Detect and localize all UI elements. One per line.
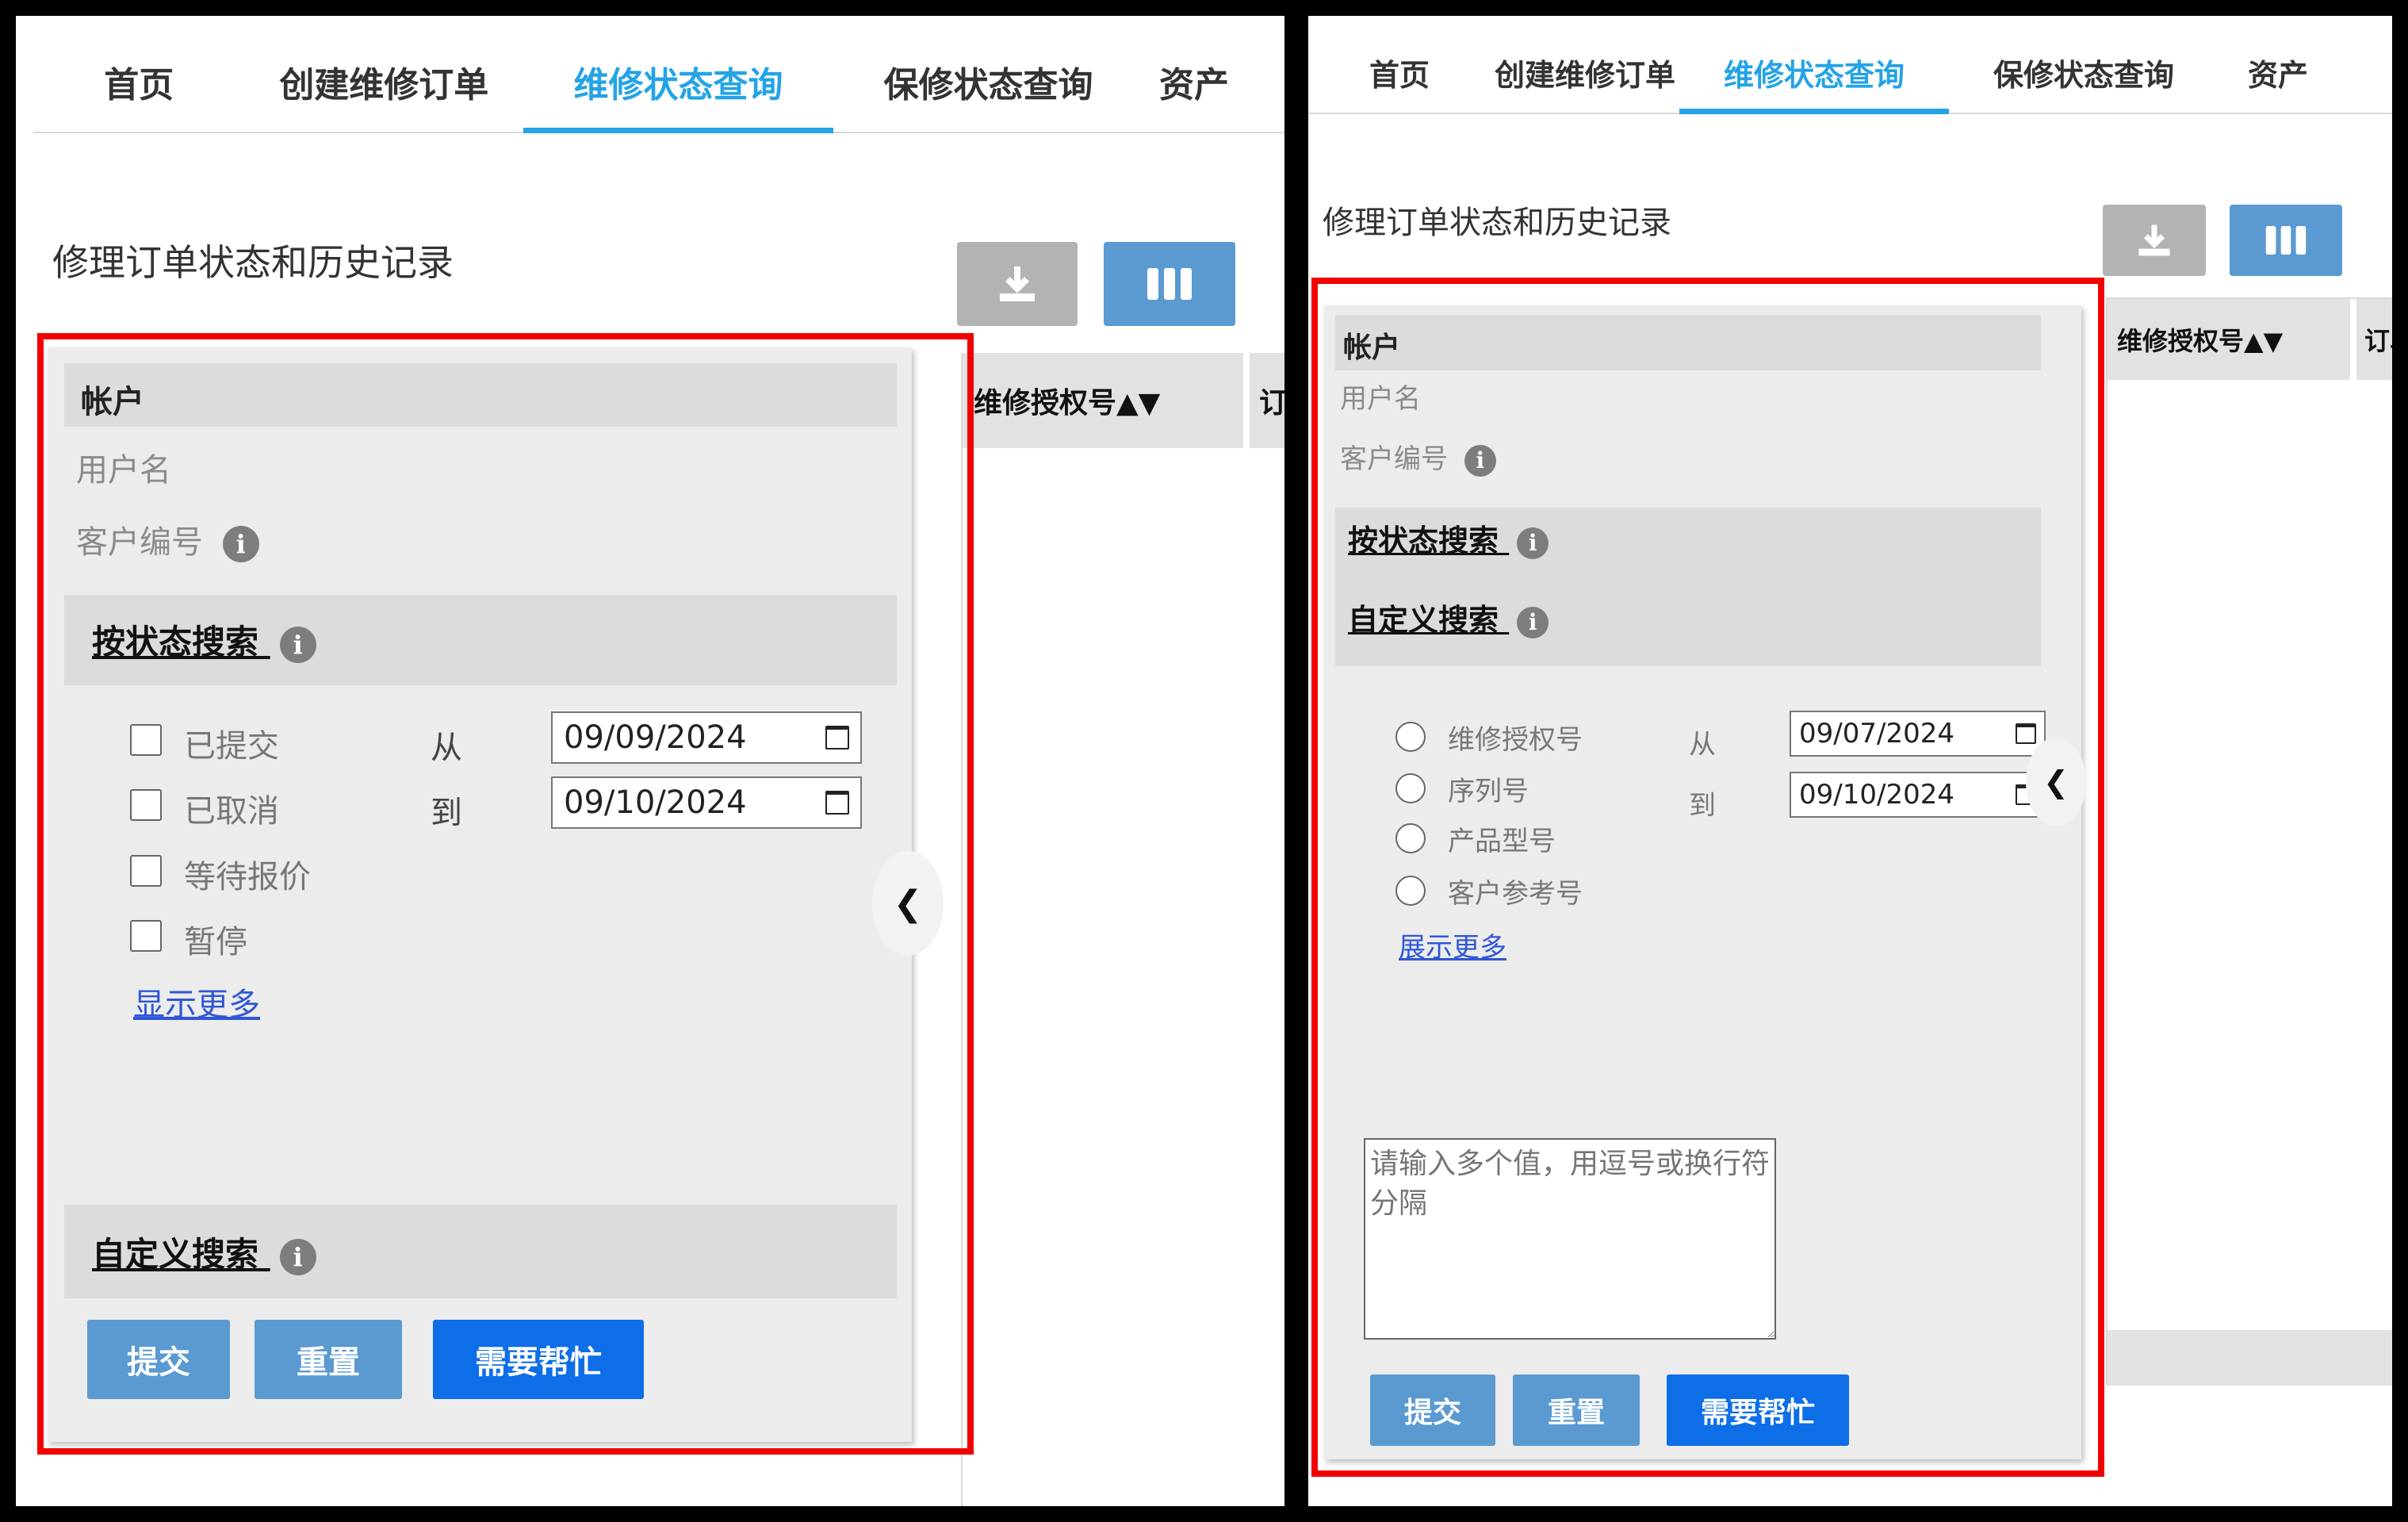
tab-assets[interactable]: 资产 <box>2218 32 2337 113</box>
search-by-status-link[interactable]: 按状态搜索 i <box>92 615 316 664</box>
customer-id-text: 客户编号 <box>76 524 203 561</box>
filter-panel: 帐户 用户名 客户编号 i 按状态搜索 i 自定义搜索 i 维修授权号 序列号 … <box>1324 305 2081 1459</box>
results-table: 维修授权号▲▼ 订单 <box>961 353 1284 1506</box>
right-screenshot-panel: 首页 创建维修订单 维修状态查询 保修状态查询 资产 修理订单状态和历史记录 维… <box>1308 16 2392 1506</box>
status-checkbox-on-hold[interactable] <box>130 920 162 952</box>
columns-button[interactable] <box>2230 205 2342 276</box>
filter-panel: 帐户 用户名 客户编号 i 按状态搜索 i 已提交 已取消 等待报价 暂停 从 … <box>48 347 912 1442</box>
tab-warranty-status[interactable]: 保修状态查询 <box>833 32 1143 132</box>
page-title: 修理订单状态和历史记录 <box>52 241 454 284</box>
account-header <box>64 363 897 427</box>
submit-button[interactable]: 提交 <box>87 1320 230 1399</box>
custom-search-text: 自定义搜索 <box>1348 603 1499 638</box>
calendar-icon[interactable] <box>825 726 849 749</box>
tab-create-repair-order[interactable]: 创建维修订单 <box>245 32 523 132</box>
account-header <box>1335 315 2041 370</box>
table-footer <box>2107 1330 2392 1386</box>
username-label: 用户名 <box>1340 383 1421 415</box>
top-nav: 首页 创建维修订单 维修状态查询 保修状态查询 资产 <box>33 32 1284 133</box>
customer-id-label: 客户编号 i <box>1340 437 1496 477</box>
account-title: 帐户 <box>81 384 144 420</box>
tab-create-repair-order[interactable]: 创建维修订单 <box>1491 32 1679 113</box>
date-from-value: 09/07/2024 <box>1799 718 1954 749</box>
search-by-status-text: 按状态搜索 <box>92 623 259 661</box>
info-icon[interactable]: i <box>1517 527 1549 559</box>
status-checkbox-submitted[interactable] <box>130 724 162 756</box>
status-checkbox-cancelled[interactable] <box>130 789 162 821</box>
date-from-input[interactable]: 09/07/2024 <box>1790 711 2046 757</box>
custom-search-link[interactable]: 自定义搜索 i <box>92 1228 316 1276</box>
top-nav: 首页 创建维修订单 维修状态查询 保修状态查询 资产 <box>1308 32 2392 114</box>
status-checkbox-awaiting-quote[interactable] <box>130 855 162 887</box>
search-by-status-text: 按状态搜索 <box>1348 523 1499 558</box>
info-icon[interactable]: i <box>279 626 316 663</box>
status-label-awaiting-quote: 等待报价 <box>184 859 311 895</box>
date-to-label: 到 <box>431 795 462 831</box>
info-icon[interactable]: i <box>1464 444 1496 477</box>
calendar-icon[interactable] <box>825 791 849 815</box>
status-label-on-hold: 暂停 <box>184 924 247 960</box>
tab-home[interactable]: 首页 <box>33 32 245 132</box>
search-type-label-serial: 序列号 <box>1448 776 1529 807</box>
columns-button[interactable] <box>1104 242 1235 326</box>
search-by-status-link[interactable]: 按状态搜索 i <box>1348 516 1549 560</box>
collapse-panel-button[interactable]: ❮ <box>2026 738 2086 826</box>
show-more-link[interactable]: 展示更多 <box>1399 926 1506 964</box>
search-type-label-customer-ref: 客户参考号 <box>1448 878 1583 910</box>
tab-repair-status[interactable]: 维修状态查询 <box>1679 32 1949 114</box>
custom-search-text: 自定义搜索 <box>92 1235 259 1274</box>
reset-button[interactable]: 重置 <box>1513 1374 1640 1446</box>
date-from-input[interactable]: 09/09/2024 <box>551 711 862 764</box>
status-label-submitted: 已提交 <box>184 728 279 765</box>
left-screenshot-panel: 首页 创建维修订单 维修状态查询 保修状态查询 资产 修理订单状态和历史记录 维… <box>16 16 1284 1506</box>
date-from-label: 从 <box>1689 729 1716 761</box>
search-type-radio-model[interactable] <box>1395 823 1426 853</box>
date-from-label: 从 <box>431 730 462 766</box>
column-header-rma[interactable]: 维修授权号▲▼ <box>2107 299 2350 380</box>
help-button[interactable]: 需要帮忙 <box>1667 1374 1849 1446</box>
columns-icon <box>1147 268 1192 300</box>
show-more-link[interactable]: 显示更多 <box>133 979 260 1025</box>
custom-search-link[interactable]: 自定义搜索 i <box>1348 596 1549 639</box>
results-table: 维修授权号▲▼ 订单 <box>2106 297 2392 1386</box>
search-type-label-rma: 维修授权号 <box>1448 724 1583 756</box>
collapse-panel-button[interactable]: ❮ <box>872 851 944 956</box>
column-header-order[interactable]: 订单 <box>2356 299 2392 380</box>
info-icon[interactable]: i <box>222 526 259 562</box>
search-type-radio-rma[interactable] <box>1395 722 1426 752</box>
date-from-value: 09/09/2024 <box>564 719 747 756</box>
date-to-input[interactable]: 09/10/2024 <box>1790 772 2046 818</box>
customer-id-label: 客户编号 i <box>76 516 259 562</box>
search-type-radio-serial[interactable] <box>1395 773 1426 803</box>
page-title: 修理订单状态和历史记录 <box>1323 205 1671 241</box>
download-icon <box>1000 266 1035 301</box>
download-icon <box>2138 224 2170 256</box>
multi-value-input[interactable] <box>1364 1138 1776 1340</box>
column-header-order[interactable]: 订单 <box>1250 353 1284 448</box>
search-type-label-model: 产品型号 <box>1448 826 1556 857</box>
username-label: 用户名 <box>76 452 171 489</box>
info-icon[interactable]: i <box>1517 606 1549 638</box>
submit-button[interactable]: 提交 <box>1370 1374 1495 1446</box>
info-icon[interactable]: i <box>279 1238 316 1275</box>
download-button[interactable] <box>2103 205 2206 276</box>
date-to-value: 09/10/2024 <box>564 784 747 821</box>
tab-warranty-status[interactable]: 保修状态查询 <box>1949 32 2218 113</box>
reset-button[interactable]: 重置 <box>255 1320 402 1399</box>
column-header-rma[interactable]: 维修授权号▲▼ <box>963 353 1243 448</box>
search-type-radio-customer-ref[interactable] <box>1395 876 1426 906</box>
calendar-icon[interactable] <box>2016 723 2036 744</box>
tab-repair-status[interactable]: 维修状态查询 <box>523 32 834 133</box>
status-label-cancelled: 已取消 <box>184 793 279 830</box>
date-to-input[interactable]: 09/10/2024 <box>551 776 862 829</box>
date-to-label: 到 <box>1689 790 1716 822</box>
date-to-value: 09/10/2024 <box>1799 779 1954 811</box>
customer-id-text: 客户编号 <box>1340 443 1448 475</box>
columns-icon <box>2265 226 2307 255</box>
account-title: 帐户 <box>1343 332 1401 364</box>
tab-home[interactable]: 首页 <box>1308 32 1491 113</box>
tab-assets[interactable]: 资产 <box>1143 32 1284 132</box>
help-button[interactable]: 需要帮忙 <box>433 1320 644 1399</box>
download-button[interactable] <box>957 242 1078 326</box>
